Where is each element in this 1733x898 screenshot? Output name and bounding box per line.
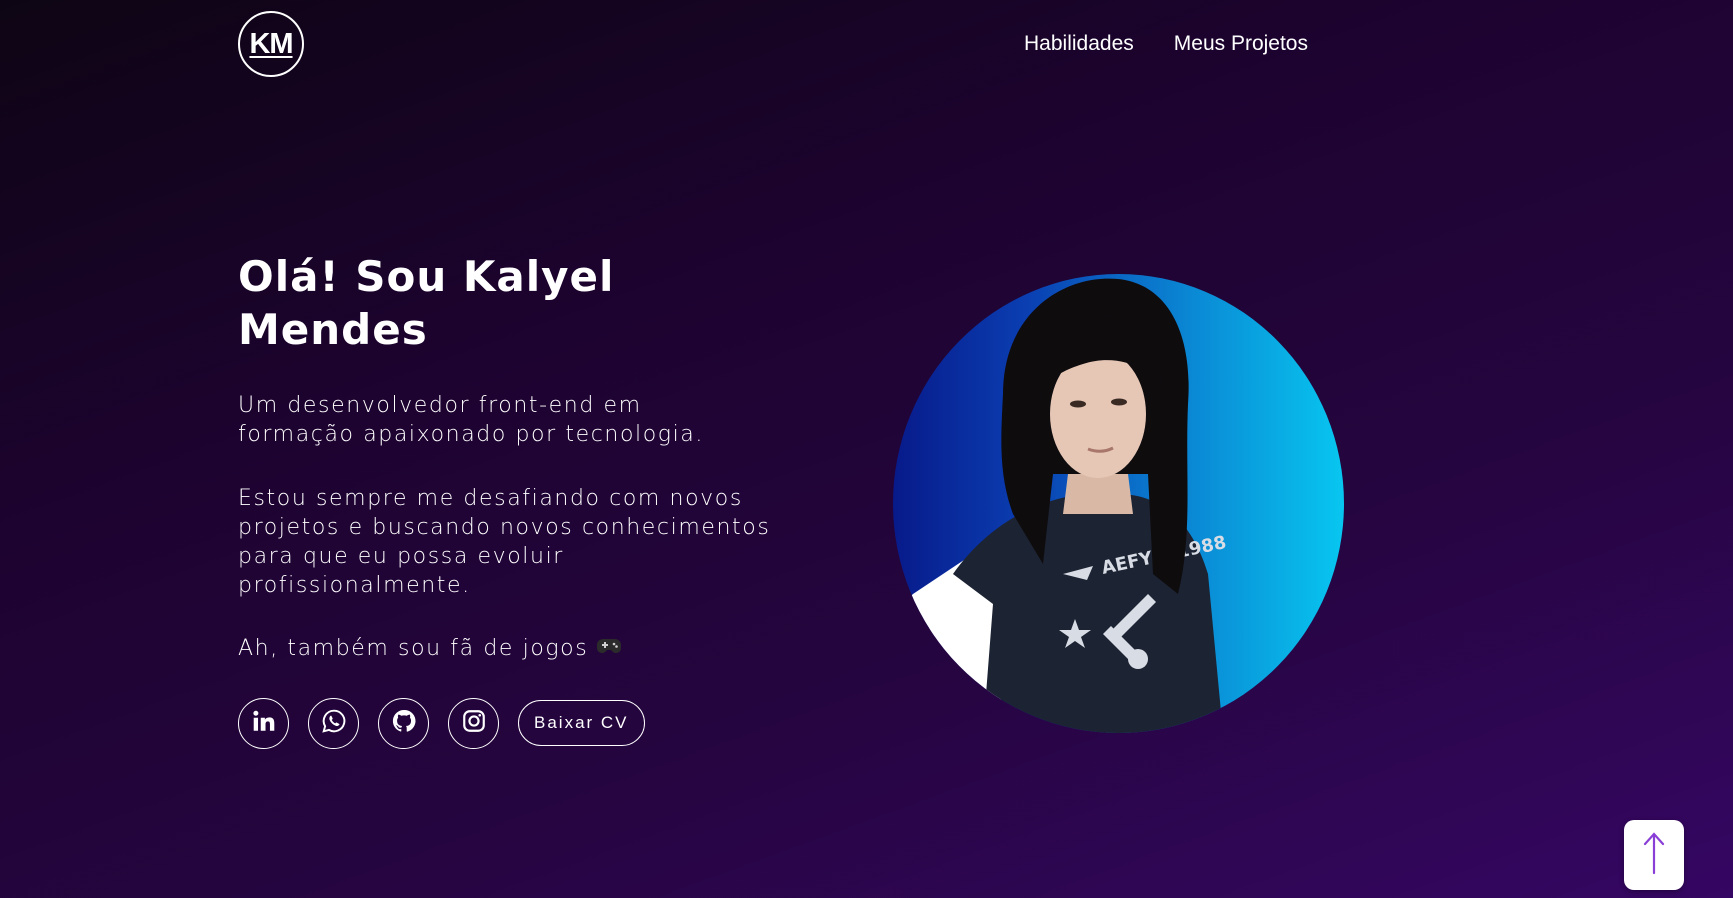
instagram-button[interactable] — [448, 697, 499, 749]
site-header: KM Habilidades Meus Projetos — [238, 11, 1308, 77]
hero-games-label: Ah, também sou fã de jogos — [238, 636, 589, 661]
linkedin-icon — [251, 708, 277, 738]
github-button[interactable] — [378, 697, 429, 749]
hero-section: Olá! Sou Kalyel Mendes Um desenvolvedor … — [238, 250, 798, 749]
github-icon — [391, 708, 417, 738]
download-cv-button[interactable]: Baixar CV — [518, 700, 645, 746]
social-links: Baixar CV — [238, 697, 798, 749]
back-to-top-button[interactable] — [1624, 820, 1684, 890]
whatsapp-icon — [321, 708, 347, 738]
linkedin-button[interactable] — [238, 697, 289, 749]
whatsapp-button[interactable] — [308, 697, 359, 749]
profile-photo: AEFYIT 1988 — [893, 274, 1344, 733]
instagram-icon — [461, 708, 487, 738]
nav-link-habilidades[interactable]: Habilidades — [1024, 32, 1134, 56]
gamepad-icon — [596, 635, 622, 664]
nav-link-meus-projetos[interactable]: Meus Projetos — [1174, 32, 1308, 56]
hero-description-text: Estou sempre me desafiando com novos pro… — [238, 486, 771, 598]
hero-intro-text: Um desenvolvedor front-end em formação a… — [238, 393, 704, 447]
arrow-up-icon — [1642, 831, 1666, 879]
main-nav: Habilidades Meus Projetos — [1024, 32, 1308, 56]
logo[interactable]: KM — [238, 11, 304, 77]
hero-games-text: Ah, também sou fã de jogos — [238, 634, 778, 664]
hero-title: Olá! Sou Kalyel Mendes — [238, 252, 615, 354]
